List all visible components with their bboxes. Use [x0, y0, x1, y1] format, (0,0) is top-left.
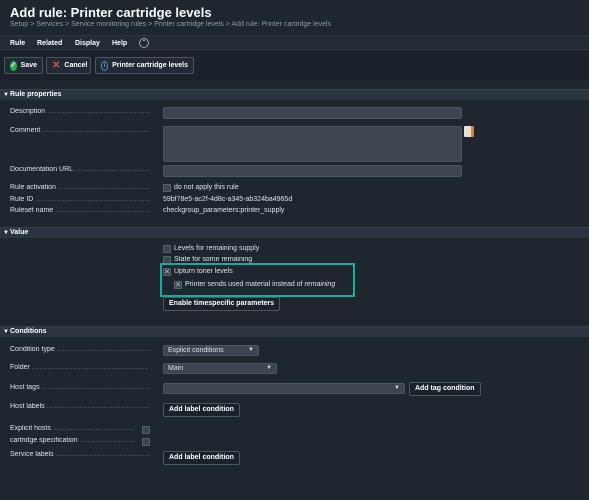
explicit-hosts-label: Explicit hosts	[10, 425, 135, 432]
menu-rule[interactable]: Rule	[10, 40, 25, 47]
save-button[interactable]: ✓ Save	[4, 57, 43, 74]
condition-type-select[interactable]: Explicit conditions ▼	[163, 345, 259, 356]
timespecific-button[interactable]: Enable timespecific parameters	[163, 297, 281, 311]
checkmark-icon: ✓	[10, 60, 17, 71]
page-title: Add rule: Printer cartridge levels	[10, 5, 212, 20]
host-tags-label: Host tags	[10, 384, 150, 391]
upturn-label: Upturn toner levels	[174, 268, 233, 275]
collapse-triangle-icon: ▼	[3, 92, 9, 98]
chevron-down-icon: ▼	[394, 385, 400, 391]
rule-id-label: Rule ID	[10, 196, 150, 203]
insert-date-icon[interactable]	[464, 126, 474, 137]
save-label: Save	[20, 62, 37, 69]
close-icon: ✕	[52, 59, 61, 71]
add-tag-button[interactable]: Add tag condition	[409, 382, 481, 396]
service-labels-label: Service labels	[10, 451, 150, 458]
doc-url-label: Documentation URL	[10, 166, 150, 173]
chevron-up-icon[interactable]: ⌃	[139, 38, 149, 48]
ruleset-name-label: Ruleset name	[10, 207, 150, 214]
add-host-label-button[interactable]: Add label condition	[163, 403, 240, 417]
description-label: Description	[10, 108, 150, 115]
doc-url-field[interactable]	[163, 165, 462, 177]
activation-label: Rule activation	[10, 184, 150, 191]
info-icon: i	[101, 60, 109, 71]
folder-select[interactable]: Main ▼	[163, 363, 277, 374]
explicit-hosts-checkbox[interactable]	[142, 426, 150, 434]
cancel-button[interactable]: ✕ Cancel	[46, 57, 91, 74]
state-label: State for some remaining	[174, 256, 253, 263]
description-field[interactable]	[163, 107, 462, 119]
comment-label: Comment	[10, 127, 150, 134]
activation-checkbox[interactable]	[163, 184, 171, 192]
menu-bar: Rule Related Display Help ⌃	[0, 35, 589, 50]
section-rule-properties[interactable]: ▼ Rule properties	[0, 89, 589, 100]
section-conditions[interactable]: ▼ Conditions	[0, 326, 589, 337]
add-service-label-button[interactable]: Add label condition	[163, 451, 240, 465]
collapse-triangle-icon: ▼	[3, 329, 9, 335]
rule-id-value: 59bf78e5-ac2f-4d8c-a345-ab324ba4965d	[163, 196, 293, 203]
menu-display[interactable]: Display	[75, 40, 100, 47]
breadcrumb[interactable]: Setup > Services > Service monitoring ru…	[10, 21, 331, 28]
menu-help[interactable]: Help	[112, 40, 127, 47]
menu-related[interactable]: Related	[37, 40, 62, 47]
host-tags-select[interactable]: ▼	[163, 383, 405, 394]
chevron-down-icon: ▼	[266, 365, 272, 371]
host-labels-label: Host labels	[10, 403, 150, 410]
section-title: Conditions	[10, 328, 47, 335]
chevron-down-icon: ▼	[248, 347, 254, 353]
folder-label: Folder	[10, 364, 150, 371]
comment-textarea[interactable]	[163, 126, 462, 162]
collapse-triangle-icon: ▼	[3, 230, 9, 236]
upturn-checkbox[interactable]	[163, 268, 171, 276]
section-value[interactable]: ▼ Value	[0, 227, 589, 238]
used-material-checkbox[interactable]	[174, 281, 182, 289]
levels-label: Levels for remaining supply	[174, 245, 260, 252]
section-title: Rule properties	[10, 91, 62, 98]
ruleset-button[interactable]: i Printer cartridge levels	[95, 57, 194, 74]
levels-checkbox[interactable]	[163, 245, 171, 253]
used-material-label: Printer sends used material instead of r…	[185, 281, 336, 288]
cartridge-spec-label: cartridge specification	[10, 437, 135, 444]
section-title: Value	[10, 229, 29, 236]
activation-option: do not apply this rule	[174, 184, 239, 191]
ruleset-button-label: Printer cartridge levels	[112, 62, 188, 69]
cancel-label: Cancel	[64, 62, 88, 69]
cartridge-spec-checkbox[interactable]	[142, 438, 150, 446]
condition-type-label: Condition type	[10, 346, 150, 353]
ruleset-name-value: checkgroup_parameters:printer_supply	[163, 207, 285, 214]
